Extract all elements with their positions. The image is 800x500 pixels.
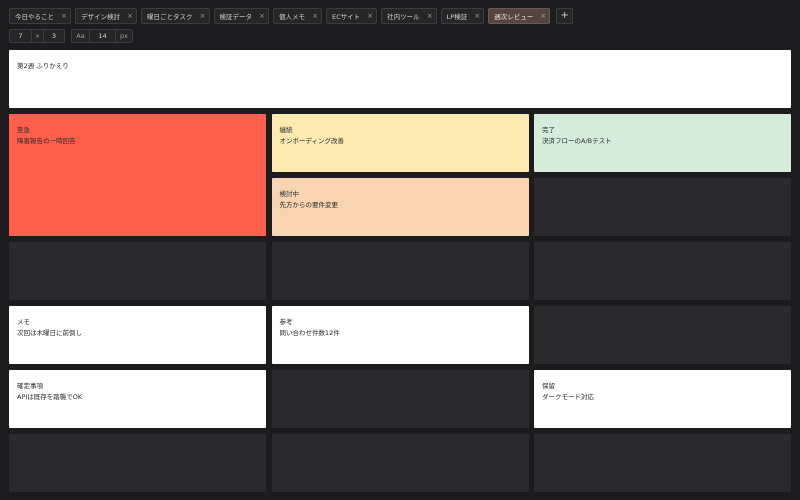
tab-label: デザイン検討 <box>81 13 120 21</box>
empty-slot[interactable] <box>534 306 791 364</box>
close-icon[interactable]: × <box>124 12 136 20</box>
empty-slot[interactable] <box>271 242 529 300</box>
close-icon[interactable]: × <box>364 12 376 20</box>
note-reference[interactable]: 参考 問い合わせ件数12件 <box>271 306 529 364</box>
tab-label: LP検証 <box>446 13 468 21</box>
font-size-control: Aa 14 px <box>71 29 133 43</box>
tab-label: 個人メモ <box>279 13 305 21</box>
note-body: 次回は木曜日に前倒し <box>17 329 82 337</box>
note-body: オンボーディング改善 <box>279 137 345 145</box>
board-title: 第2週 ふりかえり <box>17 62 69 70</box>
note-body: 先方からの要件変更 <box>279 201 339 209</box>
tab-design-review[interactable]: デザイン検討 × <box>75 8 137 24</box>
note-body: 決済フローのA/Bテスト <box>542 137 612 145</box>
tab-label: 週次レビュー <box>494 13 534 21</box>
add-tab-button[interactable]: + <box>556 8 574 24</box>
note-title: 確定事項 <box>17 382 43 390</box>
close-icon[interactable]: × <box>424 12 436 20</box>
times-icon: × <box>31 30 43 42</box>
empty-slot[interactable] <box>534 242 791 300</box>
note-reviewing[interactable]: 検討中 先方からの要件変更 <box>271 178 529 236</box>
columns-input[interactable]: 7 <box>10 30 31 42</box>
note-memo[interactable]: メモ 次回は木曜日に前倒し <box>9 306 266 364</box>
toolbar: 7 × 3 Aa 14 px <box>9 29 133 43</box>
note-decided[interactable]: 確定事項 APIは既存を踏襲でOK <box>9 370 266 428</box>
note-title: 参考 <box>279 318 293 326</box>
title-card[interactable]: 第2週 ふりかえり <box>9 50 791 108</box>
tab-bar: 今日やること × デザイン検討 × 曜日ごとタスク × 検証データ × 個人メモ… <box>9 8 574 24</box>
note-title: 保留 <box>542 382 555 390</box>
tab-test-data[interactable]: 検証データ × <box>213 8 269 24</box>
empty-slot[interactable] <box>9 242 266 300</box>
note-done[interactable]: 完了 決済フローのA/Bテスト <box>534 114 791 172</box>
rows-input[interactable]: 3 <box>43 30 64 42</box>
note-title: 検討中 <box>279 190 300 198</box>
tab-weekday-tasks[interactable]: 曜日ごとタスク × <box>141 8 210 24</box>
empty-slot[interactable] <box>271 434 529 492</box>
tab-internal-tools[interactable]: 社内ツール × <box>381 8 437 24</box>
empty-slot[interactable] <box>9 434 266 492</box>
note-body: APIは既存を踏襲でOK <box>17 393 83 401</box>
note-title: 完了 <box>542 126 555 134</box>
close-icon[interactable]: × <box>471 12 483 20</box>
close-icon[interactable]: × <box>309 12 321 20</box>
font-size-input[interactable]: 14 <box>89 30 115 42</box>
tab-personal-memo[interactable]: 個人メモ × <box>273 8 322 24</box>
empty-slot[interactable] <box>271 370 529 428</box>
tab-weekly-review[interactable]: 週次レビュー × <box>488 8 551 24</box>
board-grid: 至急 障害報告の一時回答 継続 オンボーディング改善 完了 決済フローのA/Bテ… <box>9 114 791 492</box>
close-icon[interactable]: × <box>197 12 209 20</box>
close-icon[interactable]: × <box>256 12 268 20</box>
empty-slot[interactable] <box>534 178 791 236</box>
note-body: 問い合わせ件数12件 <box>279 329 340 337</box>
empty-slot[interactable] <box>534 434 791 492</box>
tab-label: 社内ツール <box>387 13 420 21</box>
note-title: 至急 <box>17 126 30 134</box>
note-body: 障害報告の一時回答 <box>17 137 76 145</box>
tab-label: 検証データ <box>219 13 253 21</box>
note-title: メモ <box>17 318 30 326</box>
note-title: 継続 <box>279 126 293 134</box>
note-hold[interactable]: 保留 ダークモード対応 <box>534 370 791 428</box>
font-size-icon: Aa <box>76 32 85 40</box>
tab-today[interactable]: 今日やること × <box>9 8 71 24</box>
note-continue[interactable]: 継続 オンボーディング改善 <box>271 114 529 172</box>
tab-ec-site[interactable]: ECサイト × <box>326 8 378 24</box>
tab-lp-test[interactable]: LP検証 × <box>440 8 485 24</box>
unit-label: px <box>115 30 132 42</box>
tab-label: 今日やること <box>15 13 54 21</box>
close-icon[interactable]: × <box>58 12 70 20</box>
note-body: ダークモード対応 <box>542 393 594 401</box>
close-icon[interactable]: × <box>537 12 549 20</box>
tab-label: ECサイト <box>332 13 361 21</box>
grid-size-control: 7 × 3 <box>9 29 65 43</box>
tab-label: 曜日ごとタスク <box>147 13 193 21</box>
note-urgent[interactable]: 至急 障害報告の一時回答 <box>9 114 266 236</box>
